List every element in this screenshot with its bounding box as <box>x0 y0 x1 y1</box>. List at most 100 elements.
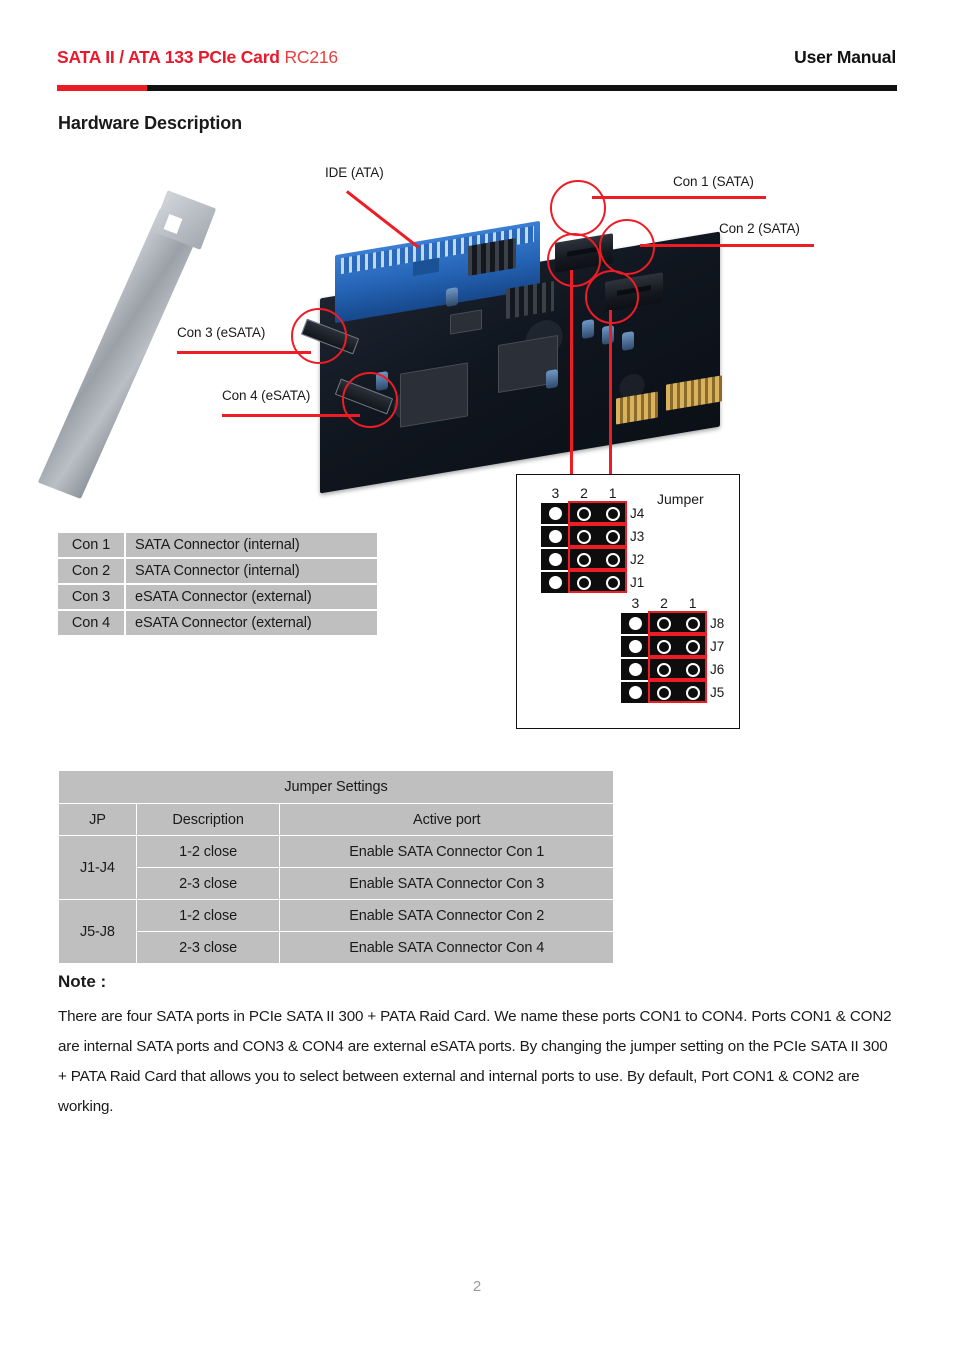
jumper-label-j7: J7 <box>710 639 725 654</box>
pin-1-j8 <box>678 616 707 631</box>
jumper-diagram-box: Jumper 3 2 1 J4 J3 J2 J1 3 2 1 J8 J7 J6 … <box>516 474 740 729</box>
page-header: SATA II / ATA 133 PCIe Card RC216 User M… <box>0 0 954 96</box>
connector-desc-con3: eSATA Connector (external) <box>124 585 377 609</box>
callout-label-ide: IDE (ATA) <box>325 165 384 180</box>
connector-id-con4: Con 4 <box>58 611 124 635</box>
table-row: Con 2 SATA Connector (internal) <box>58 559 377 583</box>
callout-label-con4: Con 4 (eSATA) <box>222 388 311 403</box>
jumper-pins-j2 <box>541 547 627 570</box>
pin-3-j4 <box>541 507 570 520</box>
cell-description-r3: 1-2 close <box>135 899 281 932</box>
note-heading: Note : <box>58 972 107 991</box>
jumper-settings-table: Jumper Settings JP Description Active po… <box>58 770 614 964</box>
callout-leader-con4 <box>222 414 360 417</box>
jumper-diagram-title: Jumper <box>657 491 704 507</box>
connector-id-con1: Con 1 <box>58 533 124 557</box>
connector-desc-con2: SATA Connector (internal) <box>124 559 377 583</box>
pin-number-2: 2 <box>580 485 588 501</box>
pin-1-j6 <box>678 662 707 677</box>
document-title: SATA II / ATA 133 PCIe Card RC216 <box>57 47 338 68</box>
callout-circle-con4 <box>342 372 398 428</box>
pin-2-j7 <box>650 639 679 654</box>
jumper-row-j3: J3 <box>541 524 645 547</box>
jumper-label-j2: J2 <box>630 552 645 567</box>
pin-2-j6 <box>650 662 679 677</box>
jumper-row-j4: J4 <box>541 501 645 524</box>
capacitor-2 <box>602 324 614 346</box>
callout-circle-jumper-j5-j8 <box>585 270 639 324</box>
table-row: 2-3 close Enable SATA Connector Con 3 <box>59 867 614 900</box>
column-header-jp: JP <box>58 803 137 836</box>
capacitor-4 <box>546 368 558 390</box>
cell-description-r4: 2-3 close <box>135 931 281 964</box>
pin-2-j4 <box>570 506 599 521</box>
callout-label-con3: Con 3 (eSATA) <box>177 325 266 340</box>
capacitor-3 <box>622 330 634 352</box>
jumper-pins-j5 <box>621 680 707 703</box>
pin-3-j7 <box>621 640 650 653</box>
jumper-pin-numbers-lower: 3 2 1 <box>621 595 707 611</box>
controller-chip-1 <box>400 362 468 428</box>
callout-leader-con2 <box>640 244 814 247</box>
jumper-row-j6: J6 <box>621 657 725 680</box>
jumper-group-j1-j4: 3 2 1 J4 J3 J2 J1 <box>541 485 644 595</box>
jumper-label-j4: J4 <box>630 506 645 521</box>
callout-circle-con1 <box>550 180 606 236</box>
table-row: J1-J4 1-2 close Enable SATA Connector Co… <box>58 835 614 900</box>
jumper-label-j6: J6 <box>710 662 725 677</box>
section-heading-hardware-description: Hardware Description <box>58 113 243 133</box>
pin-number-2-lower: 2 <box>660 595 668 611</box>
jumper-pins-j8 <box>621 611 707 634</box>
table-row: Con 1 SATA Connector (internal) <box>58 533 377 557</box>
connector-desc-con4: eSATA Connector (external) <box>124 611 377 635</box>
pin-1-j1 <box>598 575 627 590</box>
callout-label-con2: Con 2 (SATA) <box>719 221 800 236</box>
jumper-row-j7: J7 <box>621 634 725 657</box>
callout-leader-con1 <box>592 196 766 199</box>
jumper-settings-title: Jumper Settings <box>58 770 614 804</box>
page-number: 2 <box>472 1278 482 1295</box>
table-row-header: JP Description Active port <box>58 803 614 836</box>
pin-2-j8 <box>650 616 679 631</box>
pin-3-j2 <box>541 553 570 566</box>
pin-3-j5 <box>621 686 650 699</box>
jumper-row-j2: J2 <box>541 547 645 570</box>
pin-2-j5 <box>650 685 679 700</box>
cell-active-port-r1: Enable SATA Connector Con 1 <box>279 835 614 868</box>
connector-id-con2: Con 2 <box>58 559 124 583</box>
pin-2-j3 <box>570 529 599 544</box>
jumper-pin-numbers-upper: 3 2 1 <box>541 485 627 501</box>
jumper-pins-j1 <box>541 570 627 593</box>
cell-active-port-r2: Enable SATA Connector Con 3 <box>279 867 614 900</box>
jumper-pins-j4 <box>541 501 627 524</box>
cell-active-port-r4: Enable SATA Connector Con 4 <box>279 931 614 964</box>
jumper-pins-j7 <box>621 634 707 657</box>
callout-leader-jumper-j5-j8 <box>609 310 612 474</box>
jumper-label-j1: J1 <box>630 575 645 590</box>
column-header-active-port: Active port <box>279 803 614 836</box>
pin-3-j3 <box>541 530 570 543</box>
pin-1-j3 <box>598 529 627 544</box>
callout-leader-con3 <box>177 351 311 354</box>
pin-number-1: 1 <box>608 485 617 501</box>
cell-jp-j1-j4: J1-J4 <box>58 835 137 900</box>
document-title-product: SATA II / ATA 133 PCIe Card <box>57 47 280 67</box>
header-rule <box>57 85 897 91</box>
callout-circle-con2 <box>599 219 655 275</box>
cell-description-r1: 1-2 close <box>135 835 281 868</box>
jumper-row-j1: J1 <box>541 570 645 593</box>
capacitor-5 <box>446 286 458 308</box>
column-header-description: Description <box>135 803 281 836</box>
pin-3-j8 <box>621 617 650 630</box>
pin-3-j1 <box>541 576 570 589</box>
jumper-label-j3: J3 <box>630 529 645 544</box>
document-title-model: RC216 <box>284 47 338 67</box>
pin-2-j2 <box>570 552 599 567</box>
callout-label-con1: Con 1 (SATA) <box>673 174 754 189</box>
jumper-pins-j6 <box>621 657 707 680</box>
pin-number-3-lower: 3 <box>631 595 640 611</box>
table-row-title: Jumper Settings <box>58 770 614 804</box>
table-row: 2-3 close Enable SATA Connector Con 4 <box>59 931 614 964</box>
jumper-label-j8: J8 <box>710 616 725 631</box>
table-row: J5-J8 1-2 close Enable SATA Connector Co… <box>58 899 614 964</box>
